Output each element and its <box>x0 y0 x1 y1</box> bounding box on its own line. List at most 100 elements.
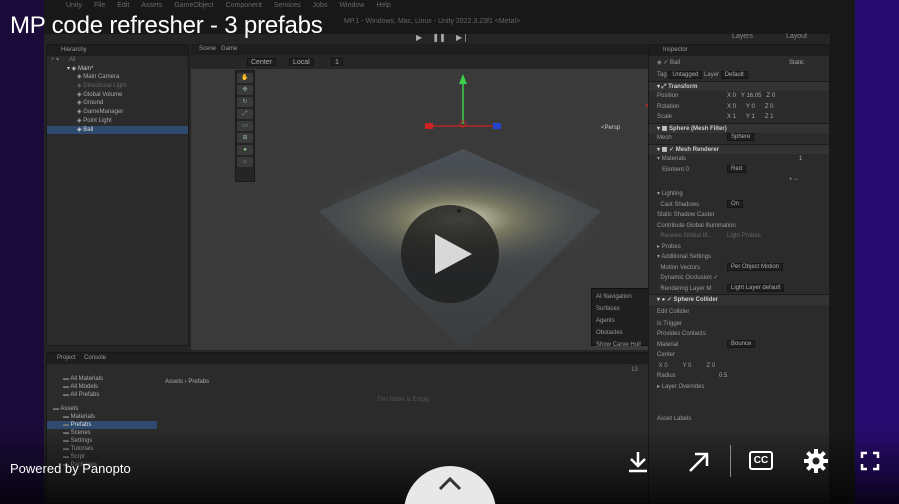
static-shadow-row: Static Shadow Caster <box>657 212 715 218</box>
menu-item: Edit <box>117 2 130 9</box>
perspective-label: <Persp <box>601 125 621 131</box>
edit-collider-row: Edit Collider <box>657 308 690 315</box>
hierarchy-item-label: Directional Light <box>83 83 127 90</box>
hierarchy-item-label: Main Camera <box>83 74 120 81</box>
hierarchy-item: ◈ Ground <box>47 99 188 108</box>
add-remove-row: + − <box>789 177 798 183</box>
powered-by-label[interactable]: Powered by Panopto <box>10 461 131 476</box>
scene-render <box>309 74 649 349</box>
radius-row: Radius 0.5 <box>657 373 728 379</box>
folder-icon: ▬ <box>63 422 71 428</box>
mesh-row: Mesh Sphere <box>649 133 829 144</box>
rotate-tool-icon: ↻ <box>237 97 253 107</box>
asset-labels: Asset Labels <box>657 416 692 422</box>
ai-nav-obstacles: Obstacles <box>596 330 623 336</box>
transform-tool-icon: ⊞ <box>237 133 253 143</box>
mesh-filter-header: ▾ ▦ Sphere (Mesh Filter) <box>649 122 829 133</box>
gear-icon[interactable] <box>803 448 829 474</box>
tag-layer-row: Tag Untagged Layer Default <box>649 70 829 81</box>
menu-item: GameObject <box>174 2 214 9</box>
cast-shadows-row: Cast Shadows On <box>649 199 829 211</box>
chevron-up-icon[interactable] <box>437 476 463 492</box>
unity-window-title: MP.1 - Windows, Mac, Linux - Unity 2022.… <box>344 18 521 25</box>
hierarchy-scene-root: ▾ ◈ Main* <box>67 65 94 72</box>
hierarchy-item-label: Point Light <box>83 117 112 124</box>
captions-button[interactable]: CC <box>749 451 773 470</box>
favorite-item: ▬ All Prefabs <box>47 391 157 399</box>
dynamic-occlusion-row: Dynamic Occlusion ✓ <box>660 275 719 281</box>
ai-nav-agents: Agents <box>596 318 615 324</box>
collider-tool-icon: ● <box>237 145 253 155</box>
hierarchy-item: ◈ Point Light <box>47 117 188 126</box>
asset-count: 13 <box>631 367 638 373</box>
transform-header: ▾ ⤢ Transform <box>649 80 829 91</box>
menu-item: Window <box>339 2 365 9</box>
hierarchy-item: ◈ Main Camera <box>47 73 188 82</box>
position-row: Position X 0 Y 16.05 Z 0 <box>657 93 776 99</box>
hierarchy-item-label: GameManager <box>83 109 124 116</box>
custom-tool-icon: ⌂ <box>237 157 253 167</box>
scale-row: Scale X 1 Y 1 Z 1 <box>657 114 774 120</box>
breadcrumb: Assets › Prefabs <box>165 379 210 385</box>
ai-navigation-overlay: AI Navigation Surfaces Agents Obstacles … <box>591 288 649 348</box>
unity-menu-bar: Unity File Edit Assets GameObject Component Se… <box>66 2 403 9</box>
unity-right-edge <box>830 0 855 504</box>
hand-tool-icon: ✋ <box>237 73 253 83</box>
lighting-section: ▾ Lighting <box>657 191 683 197</box>
ai-nav-carve-hull: Show Carve Hull <box>596 342 641 348</box>
receive-gi-row: Receive Global Ill... Light Probes <box>657 233 761 239</box>
hierarchy-item: ◈ Directional Light <box>47 82 188 91</box>
ai-nav-title: AI Navigation <box>596 294 632 300</box>
layout-dropdown: Layout <box>786 33 808 40</box>
motion-vectors-row: Motion Vectors Per Object Motion <box>649 262 829 274</box>
layers-dropdown: Layers <box>732 33 754 40</box>
rendering-layer-row: Rendering Layer M Light Layer default <box>649 283 829 295</box>
project-tabs: Project Console <box>47 353 650 364</box>
assets-root: ▬ Assets <box>47 405 157 413</box>
menu-item: Help <box>376 2 391 9</box>
object-header: ◈ ✓ Ball Static <box>657 60 805 66</box>
scene-tool-palette: ✋ ✥ ↻ ⤢ ▭ ⊞ ● ⌂ <box>235 70 255 182</box>
desktop-background-left <box>0 0 50 504</box>
menu-item: File <box>93 2 106 9</box>
hierarchy-panel: Hierarchy + ▾ All ▾ ◈ Main* ◈ Main Camer… <box>46 44 189 346</box>
inspector-tab: Inspector <box>649 45 829 56</box>
additional-settings-section: ▾ Additional Settings <box>657 254 712 260</box>
favorite-item: ▬ All Materials <box>47 375 157 383</box>
video-player: Unity File Edit Assets GameObject Component Se… <box>0 0 899 504</box>
tree-label: All Materials <box>70 376 104 382</box>
menu-item: Unity <box>66 2 82 9</box>
fullscreen-icon[interactable] <box>860 451 880 471</box>
scene-toolbar: Center Local 1 <box>191 55 649 69</box>
scale-tool-icon: ⤢ <box>237 109 253 119</box>
material-row: Material Bounce <box>649 339 829 351</box>
tree-label: Prefabs <box>70 422 92 428</box>
play-icon[interactable] <box>435 234 472 274</box>
contribute-gi-row: Contribute Global Illumination <box>657 222 736 229</box>
is-trigger-row: Is Trigger <box>657 320 683 327</box>
scene-tabs: Scene Game <box>191 44 649 55</box>
share-arrow-icon[interactable] <box>687 450 711 474</box>
controls-divider <box>730 445 731 477</box>
empty-folder-message: This folder is Empty <box>377 397 430 403</box>
asset-folder: ▬ Materials <box>47 413 157 421</box>
grid-size-field: 1 <box>331 58 343 66</box>
mesh-renderer-header: ▾ ▦ ✓ Mesh Renderer <box>649 143 829 154</box>
materials-row: ▾ Materials 1 <box>657 156 803 162</box>
desktop-background-right <box>851 0 899 504</box>
probes-section: ▸ Probes <box>657 243 681 250</box>
menu-item: Assets <box>141 2 163 9</box>
rotation-row: Rotation X 0 Y 0 Z 0 <box>657 103 774 110</box>
tab-project: Project <box>57 355 76 361</box>
menu-item: Jobs <box>312 2 328 9</box>
hierarchy-item-label: Global Volume <box>83 91 123 98</box>
center-values-row: X 0 Y 0 Z 0 <box>657 362 716 369</box>
tree-label: Assets <box>60 406 79 412</box>
download-icon[interactable] <box>627 450 649 474</box>
rect-tool-icon: ▭ <box>237 121 253 131</box>
hierarchy-item: ◈ GameManager <box>47 108 188 117</box>
sphere-collider-header: ▾ ● ✓ Sphere Collider <box>649 294 829 305</box>
object-name: Ball <box>669 60 680 66</box>
hierarchy-item-label: Ground <box>83 100 104 107</box>
hierarchy-item: ◈ Global Volume <box>47 91 188 100</box>
